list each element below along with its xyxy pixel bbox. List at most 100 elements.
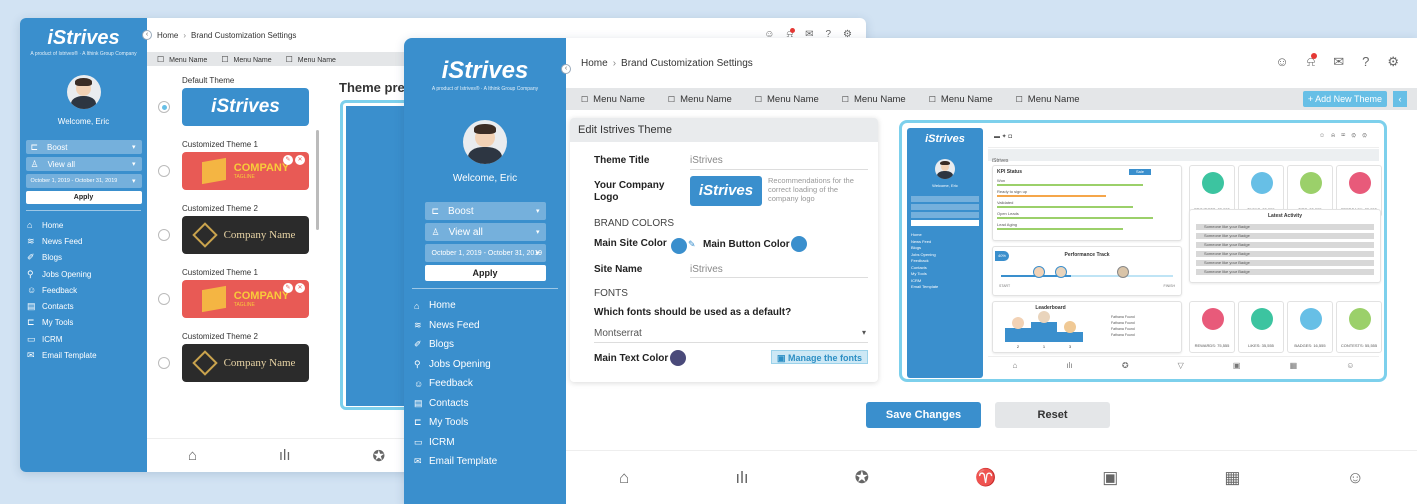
apply-button[interactable]: Apply — [25, 191, 142, 204]
edit-icon[interactable]: ✎ — [283, 155, 293, 165]
sidebar-item-blogs[interactable]: ✐ Blogs — [404, 335, 566, 355]
kpi-row-label: Won — [997, 178, 1006, 183]
group-dropdown[interactable]: ⊏ Boost ▾ — [424, 202, 546, 220]
sidebar-item-jobs[interactable]: ⚲ Jobs Opening — [404, 355, 566, 375]
sidebar-item-icrm[interactable]: ▭ ICRM — [20, 331, 147, 347]
theme-radio[interactable] — [158, 293, 170, 305]
user-icon: ♙ — [30, 158, 39, 169]
theme-option[interactable]: Customized Theme 1 COMPANY TAGLINE ✎ ✕ — [158, 140, 333, 198]
sidebar-item-icrm[interactable]: ▭ ICRM — [404, 433, 566, 453]
theme-radio[interactable] — [158, 229, 170, 241]
menu-item[interactable]: ☐ Menu Name — [1016, 94, 1080, 105]
view-dropdown[interactable]: ♙ View all ▾ — [25, 157, 142, 171]
site-name-input[interactable]: iStrives — [690, 264, 723, 275]
sidebar-item-blogs[interactable]: ✐ Blogs — [20, 250, 147, 266]
theme-option[interactable]: Default Theme iStrives — [158, 76, 333, 134]
menu-item[interactable]: ☐ Menu Name — [842, 94, 906, 105]
award-icon[interactable]: ✪ — [855, 468, 869, 488]
chevron-down-icon: ▾ — [131, 144, 136, 151]
menu-icon: ☐ — [157, 54, 165, 64]
sidebar-item-home[interactable]: ⌂ Home — [20, 217, 147, 233]
calendar-icon[interactable]: ▦ — [1224, 468, 1240, 488]
help-icon[interactable]: ? — [1362, 54, 1369, 70]
sidebar-item-feedback[interactable]: ☺ Feedback — [20, 282, 147, 298]
sidebar-item-email-template[interactable]: ✉ Email Template — [20, 347, 147, 363]
menu-item[interactable]: ☐ Menu Name — [668, 94, 732, 105]
eyedropper-icon[interactable]: ✎ — [688, 239, 696, 250]
avatar[interactable] — [66, 75, 101, 109]
theme-card[interactable]: Company Name — [182, 216, 309, 254]
sidebar-item-feedback[interactable]: ☺ Feedback — [404, 374, 566, 394]
bell-icon[interactable]: ⍾ — [1307, 53, 1318, 70]
font-select[interactable]: Montserrat — [594, 328, 642, 339]
delete-icon[interactable]: ✕ — [295, 155, 305, 165]
sidebar-item-contacts[interactable]: ▤ Contacts — [20, 298, 147, 314]
date-range-dropdown[interactable]: October 1, 2019 - October 31, 2019 ▾ — [424, 244, 546, 262]
mail-icon[interactable]: ✉ — [1333, 54, 1344, 70]
sidebar-item-news-feed[interactable]: ≋ News Feed — [20, 233, 147, 249]
theme-title-input[interactable]: iStrives — [690, 155, 723, 166]
date-range-dropdown[interactable]: October 1, 2019 - October 31, 2019 ▾ — [25, 174, 142, 188]
menu-item[interactable]: ☐ Menu Name — [286, 55, 336, 64]
edit-icon[interactable]: ✎ — [283, 283, 293, 293]
trophy-icon[interactable]: ♈ — [975, 468, 996, 488]
breadcrumb-home[interactable]: Home — [157, 31, 178, 40]
menu-item[interactable]: ☐ Menu Name — [755, 94, 819, 105]
settings-icon[interactable]: ⚙ — [1387, 54, 1399, 70]
home-icon[interactable]: ⌂ — [619, 468, 629, 488]
add-new-theme-button[interactable]: + Add New Theme — [1302, 91, 1387, 107]
sidebar-item-home[interactable]: ⌂ Home — [404, 296, 566, 316]
theme-card[interactable]: iStrives — [182, 88, 309, 126]
chart-icon[interactable]: ılı — [735, 468, 748, 488]
theme-card[interactable]: COMPANY TAGLINE ✎ ✕ — [182, 152, 309, 190]
theme-radio[interactable] — [158, 357, 170, 369]
email-icon: ✉ — [414, 456, 422, 467]
sidebar-item-news-feed[interactable]: ≋ News Feed — [404, 316, 566, 336]
main-text-color-swatch[interactable] — [670, 350, 686, 366]
theme-card[interactable]: Company Name — [182, 344, 309, 382]
main-site-color-swatch[interactable] — [671, 238, 687, 254]
smile-icon[interactable]: ☺ — [1347, 468, 1364, 488]
chat-icon[interactable]: ☺ — [1275, 54, 1288, 70]
menu-item[interactable]: ☐ Menu Name — [221, 55, 271, 64]
sidebar-item-tools[interactable]: ⊏ My Tools — [404, 413, 566, 433]
delete-icon[interactable]: ✕ — [295, 283, 305, 293]
theme-option[interactable]: Customized Theme 2 Company Name — [158, 332, 333, 390]
avatar[interactable] — [463, 120, 507, 164]
theme-option[interactable]: Customized Theme 1 COMPANY TAGLINE ✎ ✕ — [158, 268, 333, 326]
reset-button[interactable]: Reset — [995, 402, 1110, 428]
breadcrumb-home[interactable]: Home — [581, 58, 608, 69]
theme-card[interactable]: COMPANY TAGLINE ✎ ✕ — [182, 280, 309, 318]
contacts-icon: ▤ — [414, 397, 423, 408]
theme-radio[interactable] — [158, 101, 170, 113]
brand-colors-heading: BRAND COLORS — [594, 218, 675, 229]
view-dropdown[interactable]: ♙ View all ▾ — [424, 223, 546, 241]
menu-item[interactable]: ☐ Menu Name — [929, 94, 993, 105]
sidebar-item-contacts[interactable]: ▤ Contacts — [404, 394, 566, 414]
theme-option[interactable]: Customized Theme 2 Company Name — [158, 204, 333, 262]
chart-icon[interactable]: ılı — [279, 447, 291, 464]
manage-fonts-button[interactable]: ▣ Manage the fonts — [770, 350, 868, 364]
sidebar-item-tools[interactable]: ⊏ My Tools — [20, 315, 147, 331]
jobs-icon: ⚲ — [27, 268, 34, 279]
logo-upload[interactable]: iStrives — [690, 176, 762, 206]
crm-icon: ▭ — [27, 333, 36, 344]
save-changes-button[interactable]: Save Changes — [866, 402, 981, 428]
main-button-color-swatch[interactable] — [791, 236, 807, 252]
menu-item[interactable]: ☐ Menu Name — [581, 94, 645, 105]
sidebar-item-jobs[interactable]: ⚲ Jobs Opening — [20, 266, 147, 282]
bottom-bar: ⌂ ılı ✪ ♈ ▣ ▦ ☺ — [566, 450, 1417, 504]
contacts-icon: ▤ — [27, 301, 36, 312]
menu-item[interactable]: ☐ Menu Name — [157, 55, 207, 64]
report-icon[interactable]: ▣ — [1102, 468, 1118, 488]
kpi-row-label: Open Leads — [997, 211, 1019, 216]
chevron-down-icon[interactable]: ▾ — [862, 328, 866, 337]
collapse-button[interactable]: ‹ — [1393, 91, 1407, 107]
scrollbar[interactable] — [316, 130, 319, 230]
group-dropdown[interactable]: ⊏ Boost ▾ — [25, 140, 142, 154]
award-icon[interactable]: ✪ — [372, 447, 385, 465]
apply-button[interactable]: Apply — [424, 265, 546, 281]
sidebar-item-email-template[interactable]: ✉ Email Template — [404, 452, 566, 472]
theme-radio[interactable] — [158, 165, 170, 177]
home-icon[interactable]: ⌂ — [188, 447, 197, 464]
